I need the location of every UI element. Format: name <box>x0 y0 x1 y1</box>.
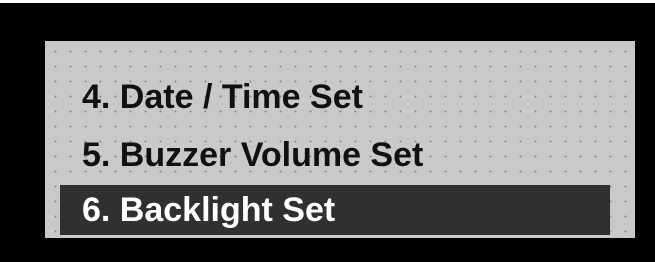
menu-item-buzzer-volume-set[interactable]: 5. Buzzer Volume Set <box>60 129 423 181</box>
device-bezel: 4. Date / Time Set 5. Buzzer Volume Set … <box>0 3 655 262</box>
menu-item-backlight-set[interactable]: 6. Backlight Set <box>60 185 610 235</box>
lcd-screen: 4. Date / Time Set 5. Buzzer Volume Set … <box>45 41 635 238</box>
menu-item-date-time-set[interactable]: 4. Date / Time Set <box>60 71 363 123</box>
